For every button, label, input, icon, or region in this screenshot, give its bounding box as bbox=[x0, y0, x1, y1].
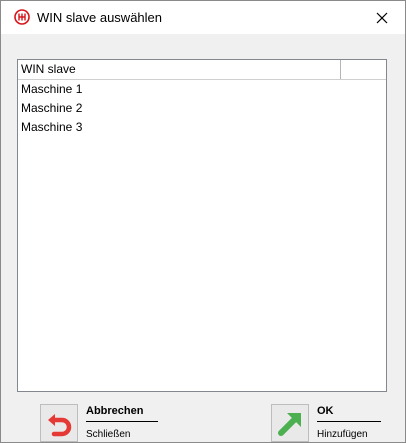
column-header-empty[interactable] bbox=[342, 60, 386, 79]
list-item[interactable]: Maschine 1 bbox=[18, 80, 386, 99]
ok-button[interactable]: OK Hinzufügen bbox=[271, 404, 401, 442]
list-item[interactable]: Maschine 2 bbox=[18, 99, 386, 118]
cancel-icon-box[interactable] bbox=[40, 404, 78, 442]
window-title: WIN slave auswählen bbox=[37, 10, 162, 25]
dialog-window: WIN slave auswählen WIN slave Maschine 1… bbox=[0, 0, 406, 443]
list-rows: Maschine 1 Maschine 2 Maschine 3 bbox=[18, 80, 386, 137]
cancel-divider bbox=[86, 421, 158, 422]
cancel-button[interactable]: Abbrechen Schließen bbox=[40, 404, 170, 442]
title-bar[interactable]: WIN slave auswählen bbox=[1, 1, 405, 34]
close-button[interactable] bbox=[359, 1, 405, 34]
list-item[interactable]: Maschine 3 bbox=[18, 118, 386, 137]
ok-icon-box[interactable] bbox=[271, 404, 309, 442]
list-header: WIN slave bbox=[18, 60, 386, 80]
cancel-label: Abbrechen bbox=[86, 405, 144, 417]
slave-list[interactable]: WIN slave Maschine 1 Maschine 2 Maschine… bbox=[17, 59, 387, 392]
cancel-sublabel: Schließen bbox=[86, 429, 131, 440]
ok-sublabel: Hinzufügen bbox=[317, 429, 368, 440]
logo-icon bbox=[14, 9, 30, 25]
column-header-win-slave[interactable]: WIN slave bbox=[18, 60, 341, 79]
close-icon bbox=[376, 12, 388, 23]
ok-label: OK bbox=[317, 405, 334, 417]
undo-arrow-icon bbox=[48, 414, 72, 437]
ok-divider bbox=[317, 421, 381, 422]
diagonal-arrow-icon bbox=[278, 413, 301, 436]
